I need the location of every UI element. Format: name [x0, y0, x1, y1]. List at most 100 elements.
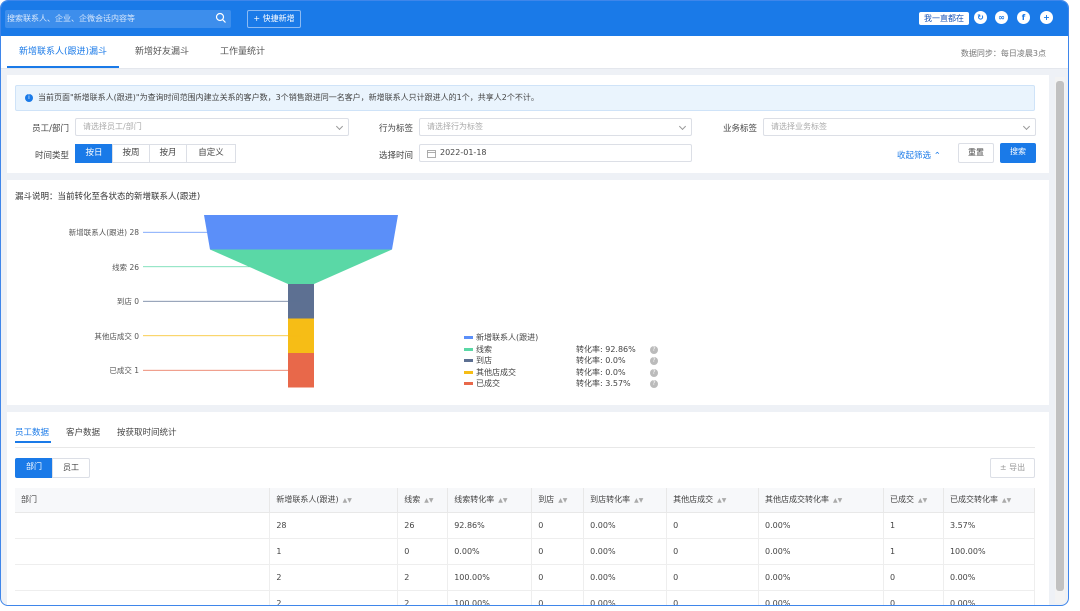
column-header: 部门 — [15, 488, 271, 513]
time-type-custom[interactable]: 自定义 — [186, 144, 236, 163]
sort-icon[interactable]: ▲▼ — [634, 497, 643, 504]
sort-icon[interactable]: ▲▼ — [558, 497, 567, 504]
table-cell: 0 — [666, 512, 760, 539]
link-icon[interactable]: ∞ — [995, 11, 1008, 24]
tab-new-contact-funnel[interactable]: 新增联系人(跟进)漏斗 — [7, 36, 120, 68]
info-icon: i — [25, 94, 33, 102]
select-time-label: 选择时间 — [378, 151, 413, 161]
sort-icon[interactable]: ▲▼ — [343, 497, 352, 504]
funnel-panel — [7, 180, 1049, 405]
column-header[interactable]: 线索 ▲▼ — [397, 488, 449, 513]
sort-icon[interactable]: ▲▼ — [1002, 497, 1011, 504]
app-window: 搜索联系人、企业、企微会话内容等 + 快捷新增 我一直都在 ↻ ∞ f + 新增… — [0, 0, 1069, 606]
legend-rate: 转化率: 0.0% — [576, 367, 626, 377]
table-cell: 100.00% — [447, 590, 533, 605]
export-button[interactable]: ± 导出 — [990, 458, 1035, 478]
table-cell: 1 — [269, 538, 399, 565]
table-cell: 0 — [397, 538, 449, 565]
employee-select[interactable]: 请选择员工/部门 — [75, 118, 349, 136]
scrollbar-thumb[interactable] — [1056, 81, 1064, 591]
column-header[interactable]: 其他店成交 ▲▼ — [666, 488, 760, 513]
notice-banner: i 当前页面"新增联系人(跟进)"为查询时间范围内建立关系的客户数，3个销售跟进… — [15, 85, 1035, 111]
behavior-tag-select[interactable]: 请选择行为标签 — [419, 118, 692, 136]
column-header-label: 已成交 — [889, 495, 914, 505]
sort-icon[interactable]: ▲▼ — [918, 497, 927, 504]
sort-icon[interactable]: ▲▼ — [424, 497, 433, 504]
table-cell: 0 — [531, 590, 585, 605]
date-picker[interactable]: 2022-01-18 — [419, 144, 692, 162]
facebook-icon[interactable]: f — [1017, 11, 1030, 24]
search-button[interactable]: 搜索 — [1000, 143, 1036, 163]
sort-icon[interactable]: ▲▼ — [833, 497, 842, 504]
collapse-filter-link[interactable]: 收起筛选 ⌃ — [897, 149, 941, 161]
table-cell: 0.00% — [447, 538, 533, 565]
quick-add-button[interactable]: + 快捷新增 — [247, 10, 301, 28]
column-header[interactable]: 其他店成交转化率 ▲▼ — [758, 488, 884, 513]
time-type-day[interactable]: 按日 — [75, 144, 113, 163]
column-header[interactable]: 到店转化率 ▲▼ — [583, 488, 668, 513]
notice-text: 当前页面"新增联系人(跟进)"为查询时间范围内建立关系的客户数，3个销售跟进同一… — [38, 93, 539, 102]
legend-swatch — [464, 370, 473, 374]
legend-item[interactable]: 其他店成交 转化率: 0.0%? — [464, 368, 658, 378]
table-cell: 0 — [666, 590, 760, 605]
page-scrollbar[interactable] — [1055, 77, 1065, 603]
tab-new-friend-funnel[interactable]: 新增好友漏斗 — [123, 36, 201, 69]
help-icon[interactable]: ? — [650, 368, 658, 377]
funnel-stage-label: 已成交 1 — [109, 366, 139, 376]
column-header[interactable]: 已成交 ▲▼ — [883, 488, 944, 513]
toggle-employee[interactable]: 员工 — [52, 458, 90, 478]
sort-icon[interactable]: ▲▼ — [498, 497, 507, 504]
behavior-label: 行为标签 — [378, 124, 413, 134]
toggle-department[interactable]: 部门 — [15, 458, 53, 478]
search-icon[interactable] — [215, 12, 227, 24]
time-type-label: 时间类型 — [34, 151, 69, 161]
help-icon[interactable]: ? — [650, 345, 658, 354]
table-cell: 2 — [397, 564, 449, 591]
table-cell: 2 — [269, 590, 399, 605]
funnel-stage-label: 到店 0 — [116, 297, 139, 307]
table-cell — [15, 590, 271, 605]
column-header-label: 其他店成交转化率 — [765, 495, 830, 505]
table-cell: 100.00% — [943, 538, 1036, 565]
global-search-input[interactable]: 搜索联系人、企业、企微会话内容等 — [5, 10, 231, 28]
column-header[interactable]: 已成交转化率 ▲▼ — [943, 488, 1036, 513]
funnel-stage-label: 线索 26 — [112, 262, 139, 272]
funnel-stage-label: 其他店成交 0 — [94, 331, 139, 341]
business-placeholder: 请选择业务标签 — [771, 122, 827, 131]
table-cell: 0.00% — [758, 564, 884, 591]
column-header[interactable]: 到店 ▲▼ — [531, 488, 585, 513]
legend-item[interactable]: 新增联系人(跟进) — [464, 333, 538, 343]
table-cell: 92.86% — [447, 512, 533, 539]
table-row: 2 2 100.00% 0 0.00% 0 0.00% 0 0.00% — [15, 564, 1036, 591]
column-header-label: 线索转化率 — [454, 495, 495, 505]
table-cell: 1 — [883, 512, 944, 539]
tab-customer-data[interactable]: 客户数据 — [66, 426, 100, 438]
collapse-label: 收起筛选 — [897, 151, 932, 161]
table-cell: 2 — [269, 564, 399, 591]
refresh-icon[interactable]: ↻ — [974, 11, 987, 24]
sort-icon[interactable]: ▲▼ — [717, 497, 726, 504]
column-header[interactable]: 新增联系人(跟进) ▲▼ — [269, 488, 399, 513]
table-cell: 0.00% — [583, 538, 668, 565]
business-tag-select[interactable]: 请选择业务标签 — [763, 118, 1036, 136]
tab-employee-data[interactable]: 员工数据 — [15, 426, 49, 438]
legend-item[interactable]: 到店 转化率: 0.0%? — [464, 356, 658, 366]
help-icon[interactable]: ? — [650, 380, 658, 388]
legend-item[interactable]: 已成交 转化率: 3.57%? — [464, 379, 658, 389]
table-cell: 0 — [531, 538, 585, 565]
plus-icon[interactable]: + — [1040, 11, 1053, 24]
help-icon[interactable]: ? — [650, 357, 658, 365]
table-cell: 28 — [269, 512, 399, 539]
time-type-week[interactable]: 按周 — [112, 144, 150, 163]
main-tabs: 新增联系人(跟进)漏斗 新增好友漏斗 工作量统计 数据同步：每日凌晨3点 — [1, 36, 1068, 69]
tab-workload-stats[interactable]: 工作量统计 — [208, 36, 277, 69]
table-cell — [15, 538, 271, 565]
legend-item[interactable]: 线索 转化率: 92.86%? — [464, 345, 658, 355]
chevron-down-icon — [1022, 122, 1031, 131]
chevron-down-icon — [678, 122, 687, 131]
account-menu-button[interactable]: 我一直都在 — [919, 12, 969, 25]
tab-time-stats[interactable]: 按获取时间统计 — [117, 426, 177, 438]
column-header[interactable]: 线索转化率 ▲▼ — [447, 488, 533, 513]
time-type-month[interactable]: 按月 — [149, 144, 187, 163]
reset-button[interactable]: 重置 — [958, 143, 994, 163]
